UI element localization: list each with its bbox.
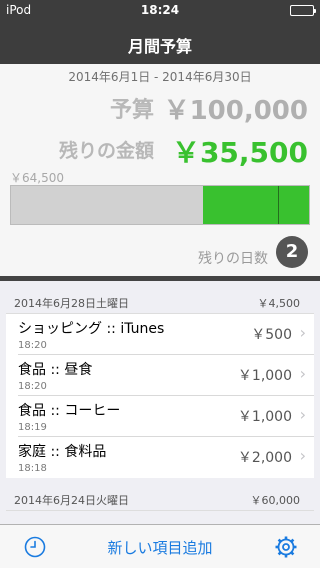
budget-progress-bar — [10, 185, 310, 225]
item-title: 食品 :: 昼食 — [18, 362, 93, 378]
gear-icon[interactable] — [274, 535, 298, 559]
section-items — [6, 510, 314, 511]
chevron-right-icon: › — [299, 364, 306, 383]
list-item[interactable]: ショッピング :: iTunes18:20 ￥500 › — [18, 314, 314, 355]
add-item-button[interactable]: 新しい項目追加 — [107, 539, 212, 557]
item-amount: ￥1,000 — [237, 409, 292, 425]
section-total: ￥60,000 — [250, 494, 301, 507]
days-remaining-label: 残りの日数 — [198, 251, 268, 267]
remaining-value: ￥35,500 — [171, 136, 308, 169]
status-time: 18:24 — [140, 3, 180, 17]
item-time: 18:20 — [18, 340, 47, 351]
status-bar: iPod 18:24 — [0, 0, 320, 20]
top-bar: iPod 18:24 月間予算 — [0, 0, 320, 64]
bottom-toolbar: 新しい項目追加 — [0, 524, 320, 568]
item-time: 18:18 — [18, 463, 47, 474]
page-title: 月間予算 — [127, 37, 192, 56]
chevron-right-icon: › — [299, 323, 306, 342]
budget-value: ￥100,000 — [163, 96, 308, 126]
section-date: 2014年6月24日火曜日 — [14, 494, 129, 507]
section-total: ￥4,500 — [257, 297, 301, 310]
list-item[interactable]: 家庭 :: 食料品18:18 ￥2,000 › — [18, 437, 314, 478]
chevron-right-icon: › — [299, 405, 306, 424]
spent-amount-label: ￥64,500 — [10, 171, 64, 185]
budget-label: 予算 — [109, 98, 154, 123]
item-time: 18:20 — [18, 381, 47, 392]
item-time: 18:19 — [18, 422, 47, 433]
section-header: 2014年6月28日土曜日 ￥4,500 — [0, 281, 320, 313]
remaining-label: 残りの金額 — [58, 140, 154, 162]
section-items: ショッピング :: iTunes 18:20 ￥500 › 食品 :: 昼食 18:20 ￥… — [6, 313, 314, 478]
transaction-list[interactable]: 2014年6月28日土曜日 ￥4,500ショッピング :: iTunes18:20… — [0, 281, 320, 524]
date-range: 2014年6月1日 - 2014年6月30日 — [68, 70, 252, 84]
chevron-right-icon: › — [299, 446, 306, 465]
item-amount: ￥500 — [251, 327, 292, 343]
clock-icon[interactable] — [24, 536, 46, 558]
item-title: 家庭 :: 食料品 — [18, 444, 107, 460]
section-header: 2014年6月24日火曜日 ￥60,000 — [0, 478, 320, 510]
days-remaining-badge: 2 — [276, 236, 308, 268]
remaining-fill — [203, 186, 309, 224]
list-item[interactable]: 食品 :: 昼食18:20 ￥1,000 › — [18, 355, 314, 396]
section-date: 2014年6月28日土曜日 — [14, 297, 129, 310]
item-title: ショッピング :: iTunes — [18, 321, 165, 337]
item-amount: ￥2,000 — [237, 450, 292, 466]
list-item[interactable]: 食品 :: コーヒー18:19 ￥1,000 › — [18, 396, 314, 437]
item-title: 食品 :: コーヒー — [18, 403, 121, 419]
budget-summary: 2014年6月1日 - 2014年6月30日 予算 ￥100,000 残りの金額… — [0, 64, 320, 276]
battery-icon — [290, 5, 316, 16]
item-amount: ￥1,000 — [237, 368, 292, 384]
today-marker — [278, 186, 280, 224]
